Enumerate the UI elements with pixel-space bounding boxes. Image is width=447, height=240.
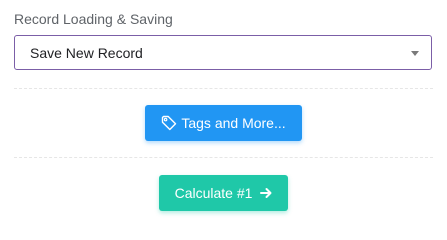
tags-button-label: Tags and More... (181, 115, 286, 131)
calculate-button[interactable]: Calculate #1 (159, 175, 288, 211)
calculate-button-label: Calculate #1 (174, 185, 253, 201)
section-divider (14, 157, 433, 158)
tag-icon (161, 115, 177, 131)
select-selected-value: Save New Record (30, 45, 143, 61)
tags-and-more-button[interactable]: Tags and More... (145, 105, 302, 141)
arrow-right-icon (260, 187, 272, 199)
caret-down-icon (411, 51, 419, 56)
section-divider (14, 88, 433, 89)
record-section-label: Record Loading & Saving (14, 11, 173, 27)
record-action-select[interactable]: Save New Record (14, 35, 432, 70)
